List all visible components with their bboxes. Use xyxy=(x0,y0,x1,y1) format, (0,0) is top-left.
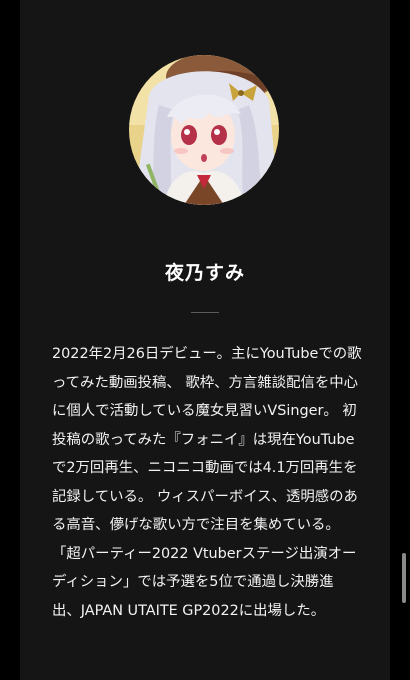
divider xyxy=(191,312,219,313)
right-margin xyxy=(390,0,410,680)
avatar[interactable] xyxy=(129,55,279,205)
profile-name: 夜乃すみ xyxy=(164,262,245,284)
scrollbar-thumb[interactable] xyxy=(402,553,406,603)
profile-card: 夜乃すみ 2022年2月26日デビュー。主にYouTubeでの歌ってみた動画投稿… xyxy=(20,0,390,680)
avatar-illustration xyxy=(129,55,279,205)
left-margin xyxy=(0,0,20,680)
profile-bio: 2022年2月26日デビュー。主にYouTubeでの歌ってみた動画投稿、 歌枠、… xyxy=(52,346,362,619)
